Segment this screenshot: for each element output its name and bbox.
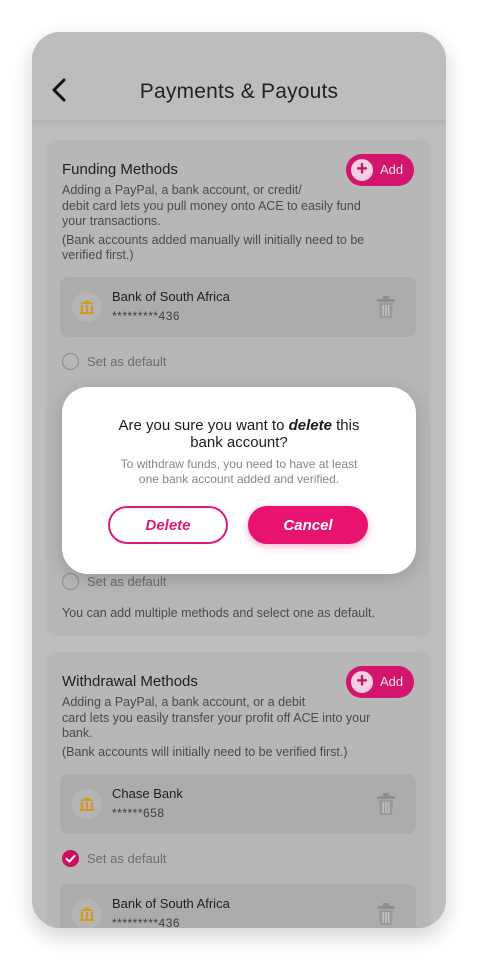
withdrawal-methods-card: Withdrawal Methods + Add Adding a PayPal… — [46, 652, 430, 928]
delete-account-button[interactable] — [376, 902, 396, 926]
page-title: Payments & Payouts — [139, 80, 339, 103]
withdrawal-description-line: bank. — [62, 726, 93, 740]
radio-icon — [62, 353, 79, 370]
bank-icon — [72, 789, 102, 819]
dialog-subtitle-line: To withdraw funds, you need to have at l… — [120, 457, 358, 471]
dialog-title: Are you sure you want to delete this ban… — [92, 417, 386, 451]
trash-icon — [377, 296, 395, 318]
bank-icon — [72, 292, 102, 322]
funding-description-line: debit card lets you pull money onto ACE … — [62, 198, 361, 213]
withdrawal-note: (Bank accounts will initially need to be… — [62, 744, 348, 759]
bank-name: Bank of South Africa — [112, 289, 230, 304]
withdrawal-bank-row[interactable]: Chase Bank ******658 — [60, 774, 416, 834]
set-default-label: Set as default — [87, 354, 167, 369]
plus-icon: + — [351, 671, 373, 693]
delete-confirmation-dialog: Are you sure you want to delete this ban… — [62, 387, 416, 574]
delete-button[interactable]: Delete — [108, 506, 228, 544]
add-withdrawal-method-button[interactable]: + Add — [346, 666, 414, 698]
withdrawal-bank-row[interactable]: Bank of South Africa *********436 — [60, 884, 416, 928]
funding-note-line: verified first.) — [62, 248, 134, 262]
dialog-title-emphasis: delete — [288, 417, 332, 434]
trash-icon — [377, 793, 395, 815]
funding-description: Adding a PayPal, a bank account, or cred… — [62, 183, 412, 264]
withdrawal-description-line: Adding a PayPal, a bank account, or a de… — [62, 695, 306, 709]
withdrawal-methods-title: Withdrawal Methods — [62, 673, 198, 690]
withdrawal-description: Adding a PayPal, a bank account, or a de… — [62, 695, 412, 760]
bank-account-number: ******658 — [112, 806, 165, 820]
delete-account-button[interactable] — [376, 792, 396, 816]
delete-account-button[interactable] — [376, 295, 396, 319]
withdrawal-description-line: card lets you easily transfer your profi… — [62, 710, 371, 725]
funding-description-line: your transactions. — [62, 214, 161, 228]
funding-note-line: (Bank accounts added manually will initi… — [62, 232, 365, 247]
dialog-title-suffix: this — [331, 417, 360, 434]
bank-account-number: *********436 — [112, 309, 181, 323]
dialog-title-line2: bank account? — [190, 434, 288, 451]
funding-bank-row[interactable]: Bank of South Africa *********436 — [60, 277, 416, 337]
bank-name: Chase Bank — [112, 786, 183, 801]
set-default-label: Set as default — [87, 851, 167, 866]
bank-icon — [72, 899, 102, 928]
dialog-subtitle: To withdraw funds, you need to have at l… — [98, 457, 380, 487]
cancel-button[interactable]: Cancel — [248, 506, 368, 544]
trash-icon — [377, 903, 395, 925]
add-label: Add — [380, 674, 404, 689]
check-circle-icon — [62, 850, 79, 867]
plus-icon: + — [351, 159, 373, 181]
radio-icon — [62, 573, 79, 590]
dialog-subtitle-line: one bank account added and verified. — [138, 472, 340, 486]
funding-description-line: Adding a PayPal, a bank account, or cred… — [62, 183, 302, 197]
bank-account-number: *********436 — [112, 916, 181, 928]
funding-methods-title: Funding Methods — [62, 161, 178, 178]
add-funding-method-button[interactable]: + Add — [346, 154, 414, 186]
funding-footnote: You can add multiple methods and select … — [62, 606, 375, 620]
dialog-title-prefix: Are you sure you want to — [118, 417, 289, 434]
phone-screen: Payments & Payouts Funding Methods + Add… — [32, 32, 446, 928]
add-label: Add — [380, 162, 404, 177]
top-bar: Payments & Payouts — [32, 32, 446, 121]
set-default-label: Set as default — [87, 574, 167, 589]
bank-name: Bank of South Africa — [112, 896, 230, 911]
